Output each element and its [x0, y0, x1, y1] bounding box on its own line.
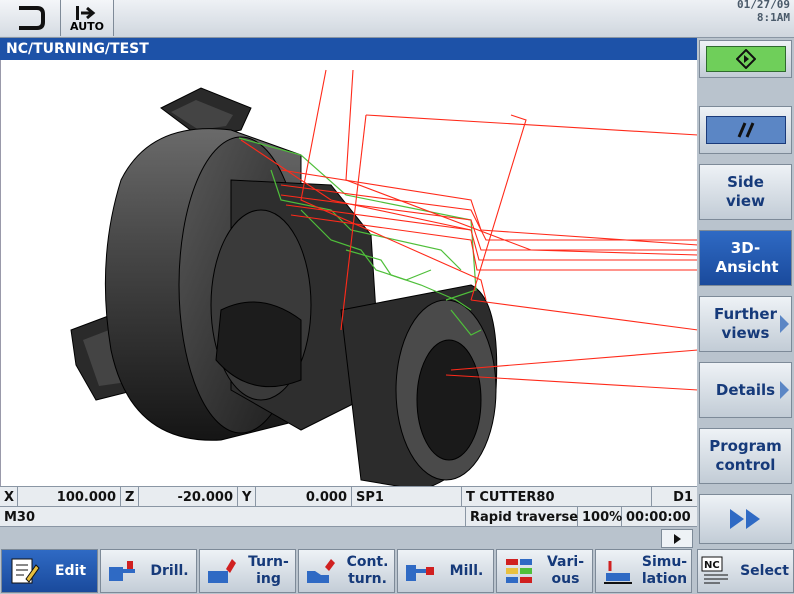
vsk-1-cycle-start[interactable]	[699, 40, 792, 78]
contour-turning-icon	[307, 559, 335, 583]
vsk-further-views[interactable]: Further views	[699, 296, 792, 352]
vsk-program-control[interactable]: Program control	[699, 428, 792, 484]
x-axis-value: 100.000	[18, 487, 121, 507]
vsk-side-view[interactable]: Side view	[699, 164, 792, 220]
mill-icon	[406, 565, 434, 581]
hsk-simulation[interactable]: Simu-lation	[595, 549, 692, 593]
chevron-right-icon	[673, 533, 681, 544]
scroll-row	[0, 526, 697, 549]
vsk-details[interactable]: Details	[699, 362, 792, 418]
hsk-contour-turning[interactable]: Cont. turn.	[298, 549, 395, 593]
hsk-select-label: Select	[740, 562, 789, 579]
hsk-simulation-label: Simu-lation	[641, 554, 688, 587]
x-axis-label: X	[0, 487, 18, 507]
y-axis-label: Y	[238, 487, 256, 507]
tool-name: T CUTTER80	[462, 487, 652, 507]
hsk-mill-label: Mill.	[449, 562, 484, 579]
time-text: 8:1AM	[756, 11, 790, 24]
date-time: 01/27/09 8:1AM	[737, 0, 790, 24]
spindle-label: SP1	[352, 487, 462, 507]
top-bar: AUTO 01/27/09 8:1AM	[0, 0, 794, 38]
machine-area-button[interactable]	[0, 0, 61, 36]
run-time: 00:00:00	[626, 509, 691, 525]
various-icon	[506, 559, 532, 583]
traverse-mode: Rapid traverse	[466, 507, 578, 527]
drill-icon	[109, 561, 135, 581]
feed-override: 100%	[578, 507, 622, 527]
vertical-softkey-bar: Side view 3D-Ansicht Further views Detai…	[697, 38, 794, 548]
vsk-menu-extend[interactable]	[699, 494, 792, 544]
vsk-further-views-label: Further views	[714, 305, 777, 342]
hsk-edit[interactable]: Edit	[1, 549, 98, 593]
vsk-3d-view-label: 3D-Ansicht	[715, 239, 779, 276]
scroll-right-button[interactable]	[661, 529, 693, 548]
date-text: 01/27/09	[737, 0, 790, 11]
submenu-arrow-icon	[780, 381, 789, 399]
edit-icon	[11, 558, 40, 584]
y-axis-value: 0.000	[256, 487, 352, 507]
simulation-viewport[interactable]	[0, 60, 698, 486]
horizontal-softkey-bar: Edit Drill. Turn-ing Cont. turn. Mill. V…	[0, 548, 794, 594]
hsk-drill-label: Drill.	[150, 562, 189, 579]
vsk-program-control-label: Program control	[709, 437, 782, 474]
hsk-various[interactable]: Vari-ous	[496, 549, 593, 593]
z-axis-value: -20.000	[139, 487, 238, 507]
cycle-start-icon	[735, 49, 756, 69]
nc-select-icon: NC	[701, 556, 728, 584]
submenu-arrow-icon	[780, 315, 789, 333]
cycle-start-indicator	[705, 46, 786, 72]
parallel-indicator	[705, 116, 786, 144]
program-path-title: NC/TURNING/TEST	[0, 38, 697, 60]
hsk-edit-label: Edit	[54, 562, 87, 579]
vsk-3d-view[interactable]: 3D-Ansicht	[699, 230, 792, 286]
turning-icon	[208, 559, 236, 583]
simulation-icon	[604, 561, 632, 584]
axis-position-row: X 100.000 Z -20.000 Y 0.000 SP1 T CUTTER…	[0, 486, 697, 507]
vsk-details-label: Details	[715, 380, 776, 399]
hsk-mill[interactable]: Mill.	[397, 549, 494, 593]
vsk-2-parallel[interactable]	[699, 106, 792, 154]
hsk-contour-turning-label: Cont. turn.	[346, 554, 389, 587]
machine-icon	[19, 6, 45, 30]
hsk-select[interactable]: NC Select	[697, 549, 794, 593]
vsk-side-view-label: Side view	[726, 173, 765, 210]
hsk-turning[interactable]: Turn-ing	[199, 549, 296, 593]
z-axis-label: Z	[121, 487, 139, 507]
parallel-lines-icon	[737, 122, 754, 138]
double-arrow-right-icon	[729, 509, 760, 529]
auto-arrow-icon	[76, 5, 96, 20]
tool-d-number: D1	[673, 489, 693, 505]
mode-label: AUTO	[70, 19, 104, 33]
hsk-turning-label: Turn-ing	[248, 554, 289, 587]
hsk-drill[interactable]: Drill.	[100, 549, 197, 593]
svg-text:NC: NC	[704, 560, 720, 571]
program-status-row: M30 Rapid traverse 100% 00:00:00	[0, 506, 697, 527]
m-code: M30	[0, 507, 466, 527]
workpiece-3d-view	[70, 69, 698, 486]
hsk-various-label: Vari-ous	[546, 554, 585, 587]
mode-auto-button[interactable]: AUTO	[61, 0, 114, 36]
